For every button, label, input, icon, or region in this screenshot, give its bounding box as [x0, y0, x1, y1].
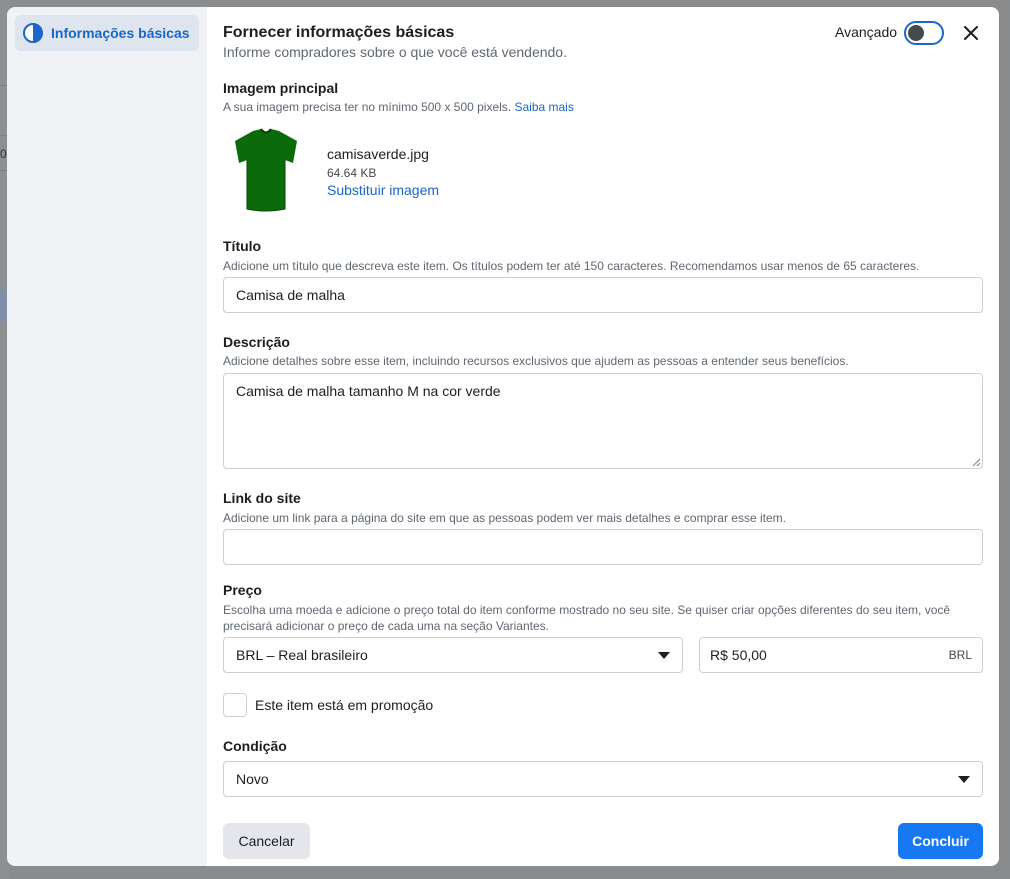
toggle-knob — [908, 25, 924, 41]
replace-image-link[interactable]: Substituir imagem — [327, 182, 439, 198]
promo-checkbox[interactable] — [223, 693, 247, 717]
file-name: camisaverde.jpg — [327, 146, 429, 162]
close-icon — [964, 26, 978, 40]
condition-select-value: Novo — [236, 771, 269, 787]
dialog-title: Fornecer informações básicas — [223, 24, 455, 41]
currency-select[interactable]: BRL – Real brasileiro — [223, 637, 683, 673]
close-button[interactable] — [959, 21, 983, 45]
price-input[interactable]: R$ 50,00 BRL — [699, 637, 983, 673]
left-nav-panel: Informações básicas — [7, 7, 207, 866]
dialog-subtitle: Informe compradores sobre o que você est… — [223, 44, 567, 60]
condition-section-title: Condição — [223, 738, 287, 754]
learn-more-link[interactable]: Saiba mais — [514, 100, 573, 114]
title-section-title: Título — [223, 238, 262, 254]
file-size: 64.64 KB — [327, 166, 377, 180]
price-help-line: Escolha uma moeda e adicione o preço tot… — [223, 603, 951, 617]
advanced-toggle[interactable] — [904, 21, 944, 45]
price-value: R$ 50,00 — [710, 647, 767, 663]
confirm-button[interactable]: Concluir — [898, 823, 983, 859]
link-section-title: Link do site — [223, 490, 301, 506]
cancel-button[interactable]: Cancelar — [223, 823, 310, 859]
caret-down-icon — [658, 651, 670, 659]
price-section-title: Preço — [223, 582, 262, 598]
sidebar-item-basic-info[interactable]: Informações básicas — [15, 15, 199, 51]
price-section-help: Escolha uma moeda e adicione o preço tot… — [223, 602, 950, 634]
resize-grip-icon[interactable] — [971, 457, 981, 467]
sidebar-item-label: Informações básicas — [51, 25, 190, 41]
condition-select[interactable]: Novo — [223, 761, 983, 797]
title-input[interactable]: Camisa de malha — [223, 277, 983, 313]
caret-down-icon — [958, 775, 970, 783]
link-section-help: Adicione um link para a página do site e… — [223, 511, 786, 525]
website-link-input[interactable] — [223, 529, 983, 565]
advanced-toggle-label: Avançado — [835, 24, 898, 40]
half-circle-icon — [23, 23, 43, 43]
image-section-help: A sua imagem precisa ter no mínimo 500 x… — [223, 99, 574, 115]
promo-checkbox-label: Este item está em promoção — [255, 697, 434, 713]
image-section-title: Imagem principal — [223, 80, 339, 96]
currency-suffix: BRL — [948, 648, 972, 662]
description-text: Camisa de malha tamanho M na cor verde — [236, 383, 501, 399]
image-help-text: A sua imagem precisa ter no mínimo 500 x… — [223, 100, 512, 114]
basic-info-dialog: Fornecer informações básicas Informe com… — [207, 7, 999, 866]
title-section-help: Adicione um título que descreva este ite… — [223, 259, 920, 273]
description-section-title: Descrição — [223, 334, 290, 350]
currency-select-value: BRL – Real brasileiro — [236, 647, 368, 663]
price-help-line: precisará adicionar o preço de cada uma … — [223, 619, 549, 633]
product-thumbnail — [235, 128, 297, 212]
description-textarea[interactable]: Camisa de malha tamanho M na cor verde — [223, 373, 983, 469]
description-section-help: Adicione detalhes sobre esse item, inclu… — [223, 354, 849, 368]
